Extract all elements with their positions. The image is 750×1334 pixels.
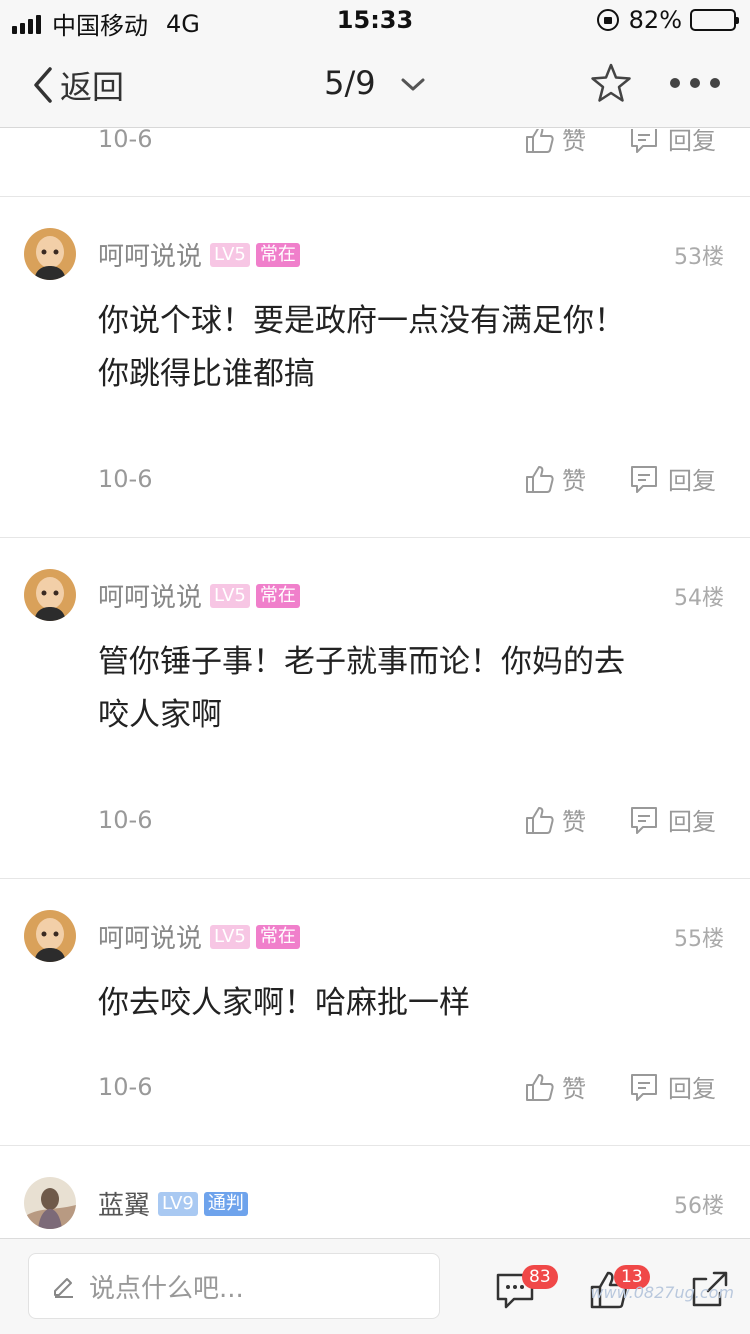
reply-button[interactable]: 回复 [628, 129, 716, 156]
level-badge: LV9 [158, 1191, 198, 1216]
reply-label: 回复 [668, 129, 716, 155]
title-badge: 常在 [255, 583, 300, 608]
watermark: www.0827ug.com [590, 1283, 734, 1302]
screen: 中国移动 4G 15:33 82% 返回 5/9 10-6 赞 回复 呵呵说说 … [0, 0, 750, 1334]
floor-number: 53楼 [674, 245, 724, 270]
post: 呵呵说说 LV5 常在 53楼 你说个球！要是政府一点没有满足你！ 你跳得比谁都… [0, 197, 750, 538]
post-date: 10-6 [98, 129, 153, 153]
thumbs-up-icon [526, 1073, 554, 1101]
comment-icon [631, 465, 657, 493]
reply-label: 回复 [668, 467, 716, 495]
content-line: 咬人家啊 [98, 697, 222, 733]
post: 呵呵说说 LV5 常在 55楼 你去咬人家啊！哈麻批一样 10-6 赞 回复 [0, 879, 750, 1146]
rotation-lock-icon [596, 9, 619, 31]
status-right: 82% [596, 6, 739, 34]
like-button[interactable]: 赞 [524, 802, 586, 837]
content-line: 你说个球！要是政府一点没有满足你！ [98, 303, 625, 339]
post-date: 10-6 [98, 465, 153, 493]
page-indicator-label: 5/9 [324, 64, 376, 102]
post-content: 管你锤子事！老子就事而论！你妈的去 咬人家啊 [98, 636, 718, 742]
post-date: 10-6 [98, 1073, 153, 1101]
reply-label: 回复 [668, 808, 716, 836]
avatar[interactable] [24, 1177, 76, 1229]
pencil-icon [54, 1278, 73, 1298]
post-previous: 10-6 赞 回复 [0, 129, 750, 197]
like-label: 赞 [562, 129, 586, 155]
post-date: 10-6 [98, 806, 153, 834]
title-badge: 常在 [255, 242, 300, 267]
username[interactable]: 蓝翼 [98, 1185, 150, 1222]
chevron-down-icon [401, 78, 425, 91]
favorite-button[interactable] [590, 62, 632, 108]
level-badge: LV5 [210, 242, 250, 267]
reply-button[interactable]: 回复 [628, 1069, 716, 1104]
reply-button[interactable]: 回复 [628, 461, 716, 496]
comments-button[interactable]: 83 [494, 1265, 558, 1315]
username[interactable]: 呵呵说说 [98, 577, 202, 614]
title-badge: 常在 [255, 924, 300, 949]
username[interactable]: 呵呵说说 [98, 236, 202, 273]
nav-bar: 返回 5/9 [0, 40, 750, 128]
post-content: 你去咬人家啊！哈麻批一样 [98, 977, 718, 1030]
post-content: 你说个球！要是政府一点没有满足你！ 你跳得比谁都搞 [98, 295, 718, 401]
like-label: 赞 [562, 1075, 586, 1103]
battery-percent: 82% [628, 6, 682, 34]
avatar[interactable] [24, 569, 76, 621]
avatar[interactable] [24, 228, 76, 280]
user-info: 呵呵说说 LV5 常在 [98, 918, 306, 955]
like-label: 赞 [562, 467, 586, 495]
star-icon [591, 63, 631, 102]
like-label: 赞 [562, 808, 586, 836]
thumbs-up-icon [526, 129, 554, 153]
thumbs-up-icon [526, 465, 554, 493]
content-line: 你跳得比谁都搞 [98, 356, 315, 392]
comment-count-badge: 83 [522, 1265, 558, 1289]
content-line: 管你锤子事！老子就事而论！你妈的去 [98, 644, 625, 680]
level-badge: LV5 [210, 583, 250, 608]
floor-number: 54楼 [674, 586, 724, 611]
like-button[interactable]: 赞 [524, 129, 586, 156]
reply-button[interactable]: 回复 [628, 802, 716, 837]
avatar[interactable] [24, 910, 76, 962]
content-line: 你去咬人家啊！哈麻批一样 [98, 985, 470, 1021]
dot-icon [710, 78, 720, 88]
user-info: 蓝翼 LV9 通判 [98, 1185, 254, 1222]
comment-input-placeholder: 说点什么吧... [89, 1273, 244, 1304]
floor-number: 56楼 [674, 1194, 724, 1219]
reply-label: 回复 [668, 1075, 716, 1103]
level-badge: LV5 [210, 924, 250, 949]
user-info: 呵呵说说 LV5 常在 [98, 236, 306, 273]
post: 呵呵说说 LV5 常在 54楼 管你锤子事！老子就事而论！你妈的去 咬人家啊 1… [0, 538, 750, 879]
title-badge: 通判 [203, 1191, 248, 1216]
comment-input[interactable]: 说点什么吧... [28, 1253, 440, 1319]
username[interactable]: 呵呵说说 [98, 918, 202, 955]
comment-icon [631, 129, 657, 153]
bottom-bar: 说点什么吧... 83 13 www.0827ug.com [0, 1238, 750, 1334]
more-button[interactable] [670, 68, 720, 98]
like-button[interactable]: 赞 [524, 1069, 586, 1104]
battery-icon [690, 9, 739, 31]
page-selector[interactable]: 5/9 [0, 64, 750, 102]
comment-icon [631, 806, 657, 834]
floor-number: 55楼 [674, 927, 724, 952]
status-bar: 中国移动 4G 15:33 82% [0, 0, 750, 40]
like-button[interactable]: 赞 [524, 461, 586, 496]
post: 蓝翼 LV9 通判 56楼 [0, 1146, 750, 1239]
thumbs-up-icon [526, 806, 554, 834]
dot-icon [690, 78, 700, 88]
comment-icon [631, 1073, 657, 1101]
comment-feed[interactable]: 10-6 赞 回复 呵呵说说 LV5 常在 53楼 你说个球！要是政府一点没有满 [0, 129, 750, 1239]
user-info: 呵呵说说 LV5 常在 [98, 577, 306, 614]
dot-icon [670, 78, 680, 88]
